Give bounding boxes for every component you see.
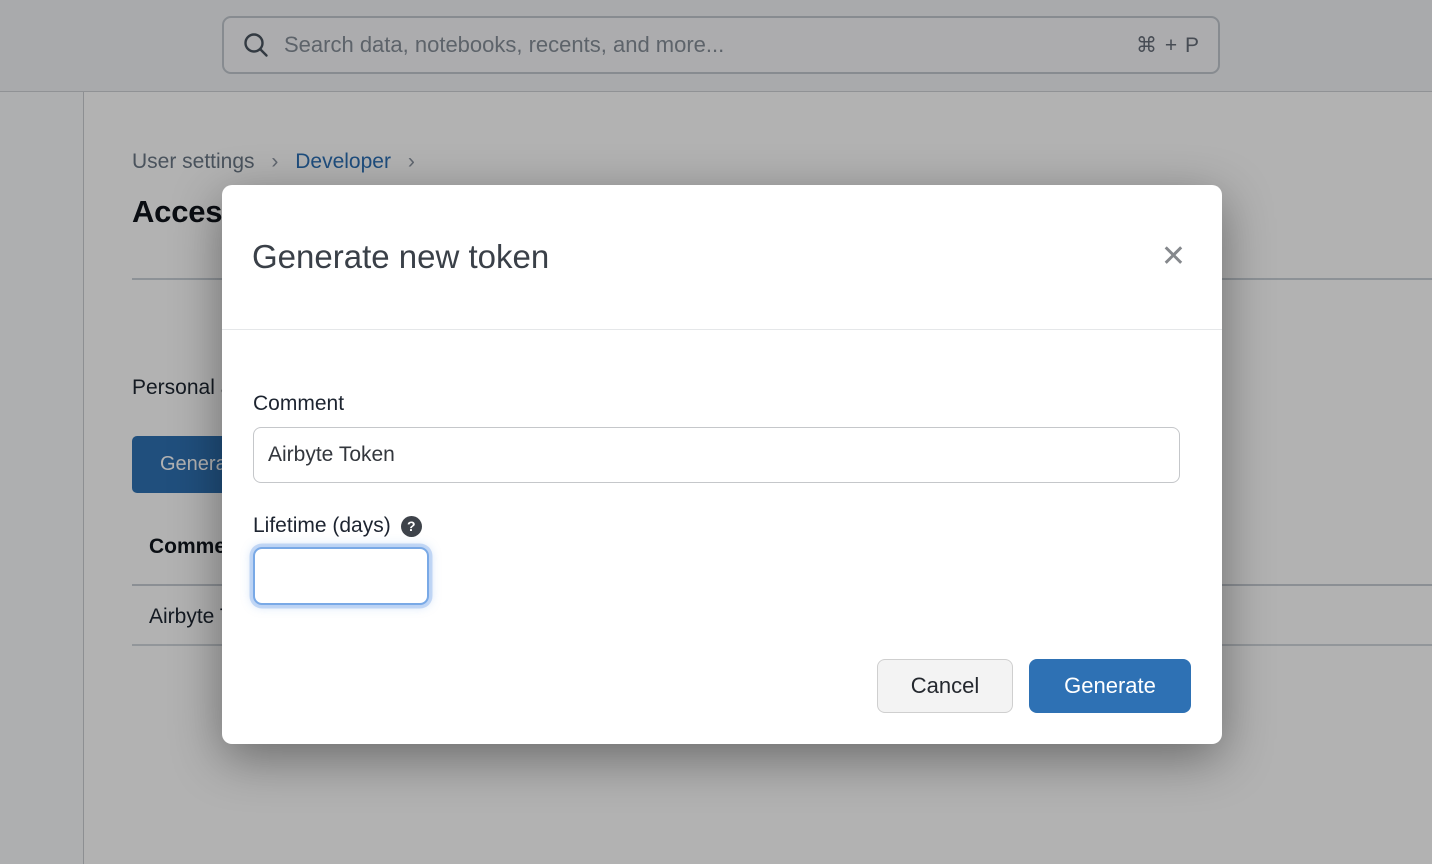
close-icon[interactable]: ✕: [1155, 238, 1192, 276]
dialog-body: Comment Lifetime (days) ?: [222, 330, 1222, 605]
generate-button[interactable]: Generate: [1029, 659, 1191, 713]
help-icon[interactable]: ?: [401, 516, 422, 537]
dialog-footer: Cancel Generate: [877, 659, 1191, 713]
generate-token-dialog: Generate new token ✕ Comment Lifetime (d…: [222, 185, 1222, 744]
comment-label: Comment: [253, 392, 1180, 416]
lifetime-input[interactable]: [253, 547, 429, 605]
app-window: ⌘ + P User settings › Developer › Access…: [0, 0, 1432, 864]
cancel-button[interactable]: Cancel: [877, 659, 1013, 713]
lifetime-label: Lifetime (days): [253, 514, 391, 538]
dialog-title: Generate new token: [252, 238, 1155, 276]
dialog-header: Generate new token ✕: [222, 185, 1222, 330]
comment-input[interactable]: [253, 427, 1180, 483]
lifetime-label-row: Lifetime (days) ?: [253, 514, 1180, 538]
